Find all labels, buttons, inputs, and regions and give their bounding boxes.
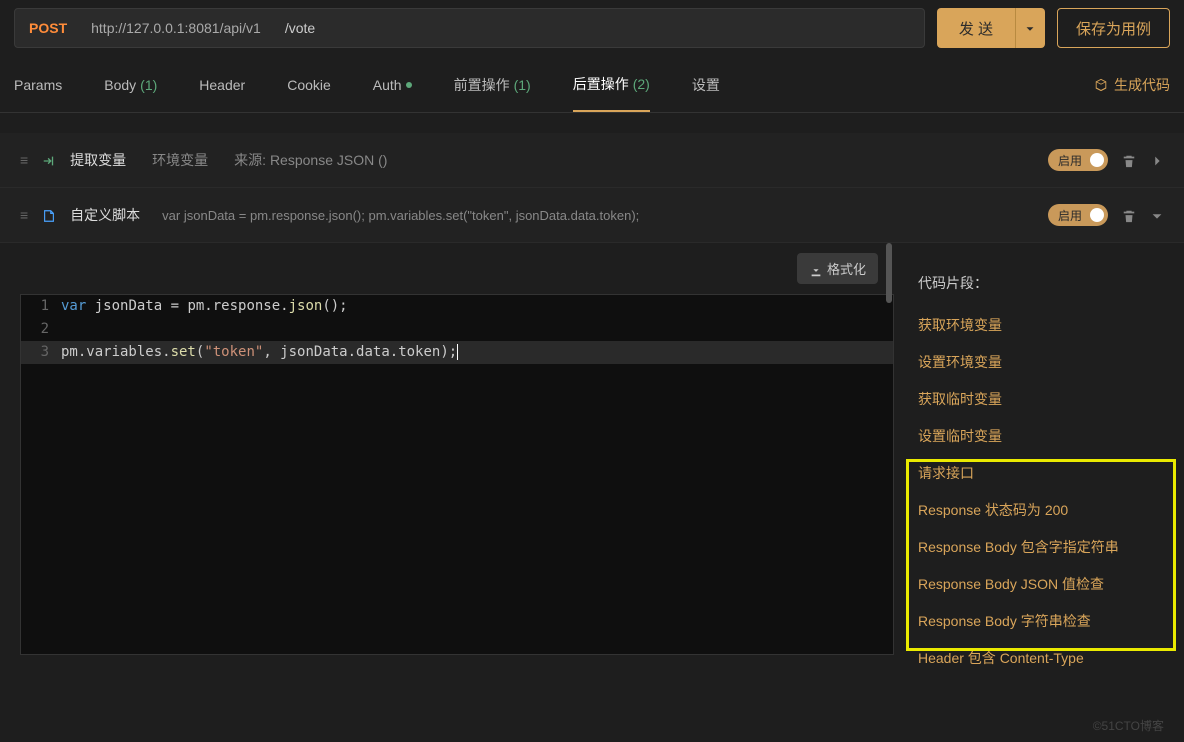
snippet-item[interactable]: Response Body JSON 值检查 <box>918 566 1164 603</box>
tab-settings[interactable]: 设置 <box>692 75 720 111</box>
tab-auth[interactable]: Auth <box>373 77 412 109</box>
url-base: http://127.0.0.1:8081/api/v1 <box>91 20 261 36</box>
snippet-item[interactable]: Response Body 包含字指定符串 <box>918 529 1164 566</box>
line-number: 2 <box>21 318 61 341</box>
post-step-extract-variable: ≡ 提取变量 环境变量 来源: Response JSON () 启用 <box>0 133 1184 188</box>
step-variable-kind: 环境变量 <box>152 150 208 170</box>
line-number: 3 <box>21 341 61 364</box>
request-bar: POST http://127.0.0.1:8081/api/v1 /vote … <box>0 0 1184 56</box>
step-variable-source: 来源: Response JSON () <box>234 150 387 170</box>
enable-toggle[interactable]: 启用 <box>1048 204 1108 226</box>
auth-dot-icon <box>406 82 412 88</box>
send-button[interactable]: 发 送 <box>937 8 1015 48</box>
snippets-title: 代码片段： <box>918 273 1164 293</box>
tab-body[interactable]: Body (1) <box>104 77 157 109</box>
url-input-group[interactable]: POST http://127.0.0.1:8081/api/v1 /vote <box>14 8 925 48</box>
download-icon <box>809 264 823 278</box>
tab-params[interactable]: Params <box>14 77 62 109</box>
snippet-item[interactable]: 设置临时变量 <box>918 418 1164 455</box>
tab-post-request[interactable]: 后置操作 (2) <box>573 74 650 112</box>
save-as-case-button[interactable]: 保存为用例 <box>1057 8 1170 48</box>
snippet-item[interactable]: Header 包含 Content-Type <box>918 640 1164 677</box>
snippet-item[interactable]: Response Body 字符串检查 <box>918 603 1164 640</box>
delete-step-button[interactable] <box>1122 152 1136 168</box>
post-step-custom-script: ≡ 自定义脚本 var jsonData = pm.response.json(… <box>0 188 1184 243</box>
snippet-item[interactable]: 获取环境变量 <box>918 307 1164 344</box>
snippet-item[interactable]: 获取临时变量 <box>918 381 1164 418</box>
tab-pre-request[interactable]: 前置操作 (1) <box>454 75 531 111</box>
expand-step-button[interactable] <box>1150 152 1164 168</box>
send-dropdown[interactable] <box>1015 8 1045 48</box>
url-path[interactable]: /vote <box>285 20 315 36</box>
editor-area: 格式化 1var jsonData = pm.response.json(); … <box>0 243 1184 655</box>
extract-icon <box>42 152 56 168</box>
drag-handle-icon[interactable]: ≡ <box>20 152 28 168</box>
format-code-button[interactable]: 格式化 <box>797 253 878 284</box>
method-select[interactable]: POST <box>29 20 67 36</box>
script-icon <box>42 207 56 223</box>
line-number: 1 <box>21 295 61 318</box>
snippet-item[interactable]: Response 状态码为 200 <box>918 492 1164 529</box>
chevron-down-icon <box>1023 22 1037 36</box>
editor-scrollbar[interactable] <box>886 243 892 303</box>
tab-header[interactable]: Header <box>199 77 245 109</box>
step-title: 提取变量 <box>70 150 126 170</box>
cube-icon <box>1094 78 1108 92</box>
snippet-item[interactable]: 设置环境变量 <box>918 344 1164 381</box>
snippet-item[interactable]: 请求接口 <box>918 455 1164 492</box>
text-cursor <box>457 344 458 360</box>
generate-code-button[interactable]: 生成代码 <box>1094 75 1170 111</box>
watermark: ©51CTO博客 <box>1093 717 1164 734</box>
enable-toggle[interactable]: 启用 <box>1048 149 1108 171</box>
collapse-step-button[interactable] <box>1150 207 1164 223</box>
drag-handle-icon[interactable]: ≡ <box>20 207 28 223</box>
request-tabs: Params Body (1) Header Cookie Auth 前置操作 … <box>0 56 1184 113</box>
step-script-preview: var jsonData = pm.response.json(); pm.va… <box>162 208 639 223</box>
delete-step-button[interactable] <box>1122 207 1136 223</box>
code-snippets-panel: 代码片段： 获取环境变量 设置环境变量 获取临时变量 设置临时变量 请求接口 R… <box>894 243 1184 655</box>
step-title: 自定义脚本 <box>70 205 140 225</box>
tab-cookie[interactable]: Cookie <box>287 77 331 109</box>
code-editor[interactable]: 1var jsonData = pm.response.json(); 2 3p… <box>20 294 894 655</box>
